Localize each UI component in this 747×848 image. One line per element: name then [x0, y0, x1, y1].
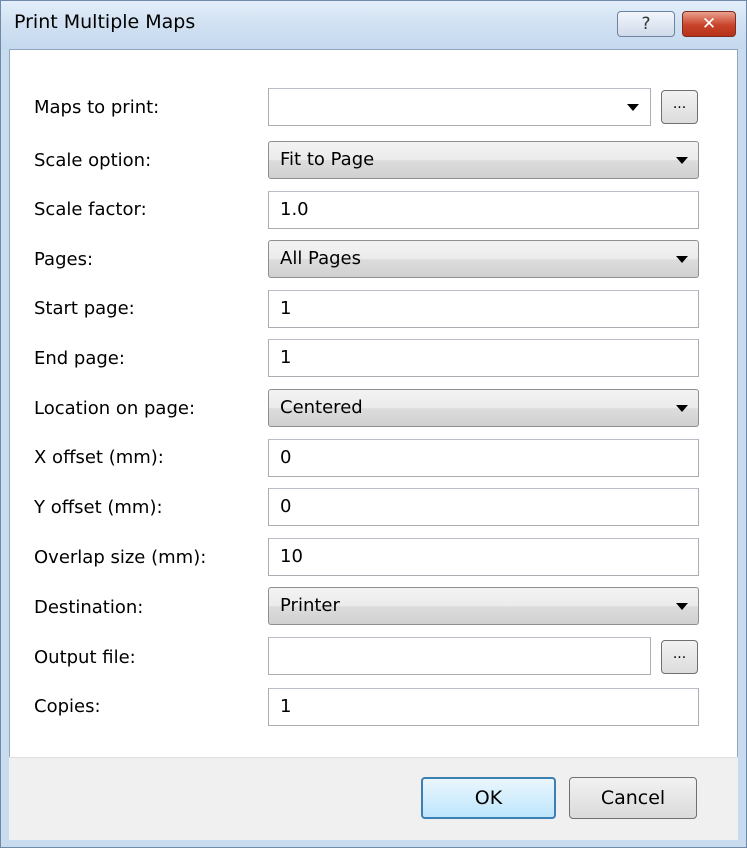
end-page-input[interactable]: 1: [268, 339, 699, 377]
start-page-input[interactable]: 1: [268, 290, 699, 328]
output-file-label: Output file:: [34, 647, 136, 668]
browse-maps-button[interactable]: ...: [661, 90, 698, 124]
y-offset-input[interactable]: 0: [268, 488, 699, 526]
destination-label: Destination:: [34, 597, 144, 618]
window-title: Print Multiple Maps: [14, 11, 196, 33]
scale-option-select[interactable]: Fit to Page: [268, 141, 699, 179]
copies-input[interactable]: 1: [268, 688, 699, 726]
pages-value: All Pages: [280, 248, 361, 269]
copies-label: Copies:: [34, 696, 101, 717]
destination-select[interactable]: Printer: [268, 587, 699, 625]
chevron-down-icon: [676, 405, 688, 412]
pages-label: Pages:: [34, 249, 94, 270]
location-on-page-label: Location on page:: [34, 398, 196, 419]
maps-to-print-label: Maps to print:: [34, 97, 160, 118]
x-offset-label: X offset (mm):: [34, 447, 164, 468]
scale-option-label: Scale option:: [34, 150, 152, 171]
scale-factor-label: Scale factor:: [34, 199, 147, 220]
start-page-label: Start page:: [34, 298, 135, 319]
end-page-label: End page:: [34, 348, 125, 369]
output-file-input[interactable]: [268, 637, 651, 675]
scale-factor-input[interactable]: 1.0: [268, 191, 699, 229]
print-multiple-maps-dialog: Print Multiple Maps ? ✕ Maps to print: .…: [0, 0, 747, 848]
location-on-page-select[interactable]: Centered: [268, 389, 699, 427]
scale-option-value: Fit to Page: [280, 149, 375, 170]
overlap-size-label: Overlap size (mm):: [34, 547, 207, 568]
y-offset-label: Y offset (mm):: [34, 497, 163, 518]
location-on-page-value: Centered: [280, 397, 363, 418]
help-icon: ?: [641, 14, 651, 34]
help-button[interactable]: ?: [617, 11, 675, 37]
maps-to-print-field[interactable]: [268, 88, 651, 126]
ok-button[interactable]: OK: [421, 777, 556, 819]
destination-value: Printer: [280, 595, 340, 616]
browse-output-button[interactable]: ...: [661, 640, 698, 674]
close-icon: ✕: [701, 14, 717, 34]
x-offset-input[interactable]: 0: [268, 439, 699, 477]
pages-select[interactable]: All Pages: [268, 240, 699, 278]
chevron-down-icon: [676, 256, 688, 263]
overlap-size-input[interactable]: 10: [268, 538, 699, 576]
close-button[interactable]: ✕: [682, 11, 736, 37]
chevron-down-icon: [676, 603, 688, 610]
title-bar[interactable]: Print Multiple Maps ? ✕: [1, 1, 746, 49]
cancel-button[interactable]: Cancel: [569, 777, 697, 819]
chevron-down-icon[interactable]: [627, 104, 639, 111]
chevron-down-icon: [676, 157, 688, 164]
